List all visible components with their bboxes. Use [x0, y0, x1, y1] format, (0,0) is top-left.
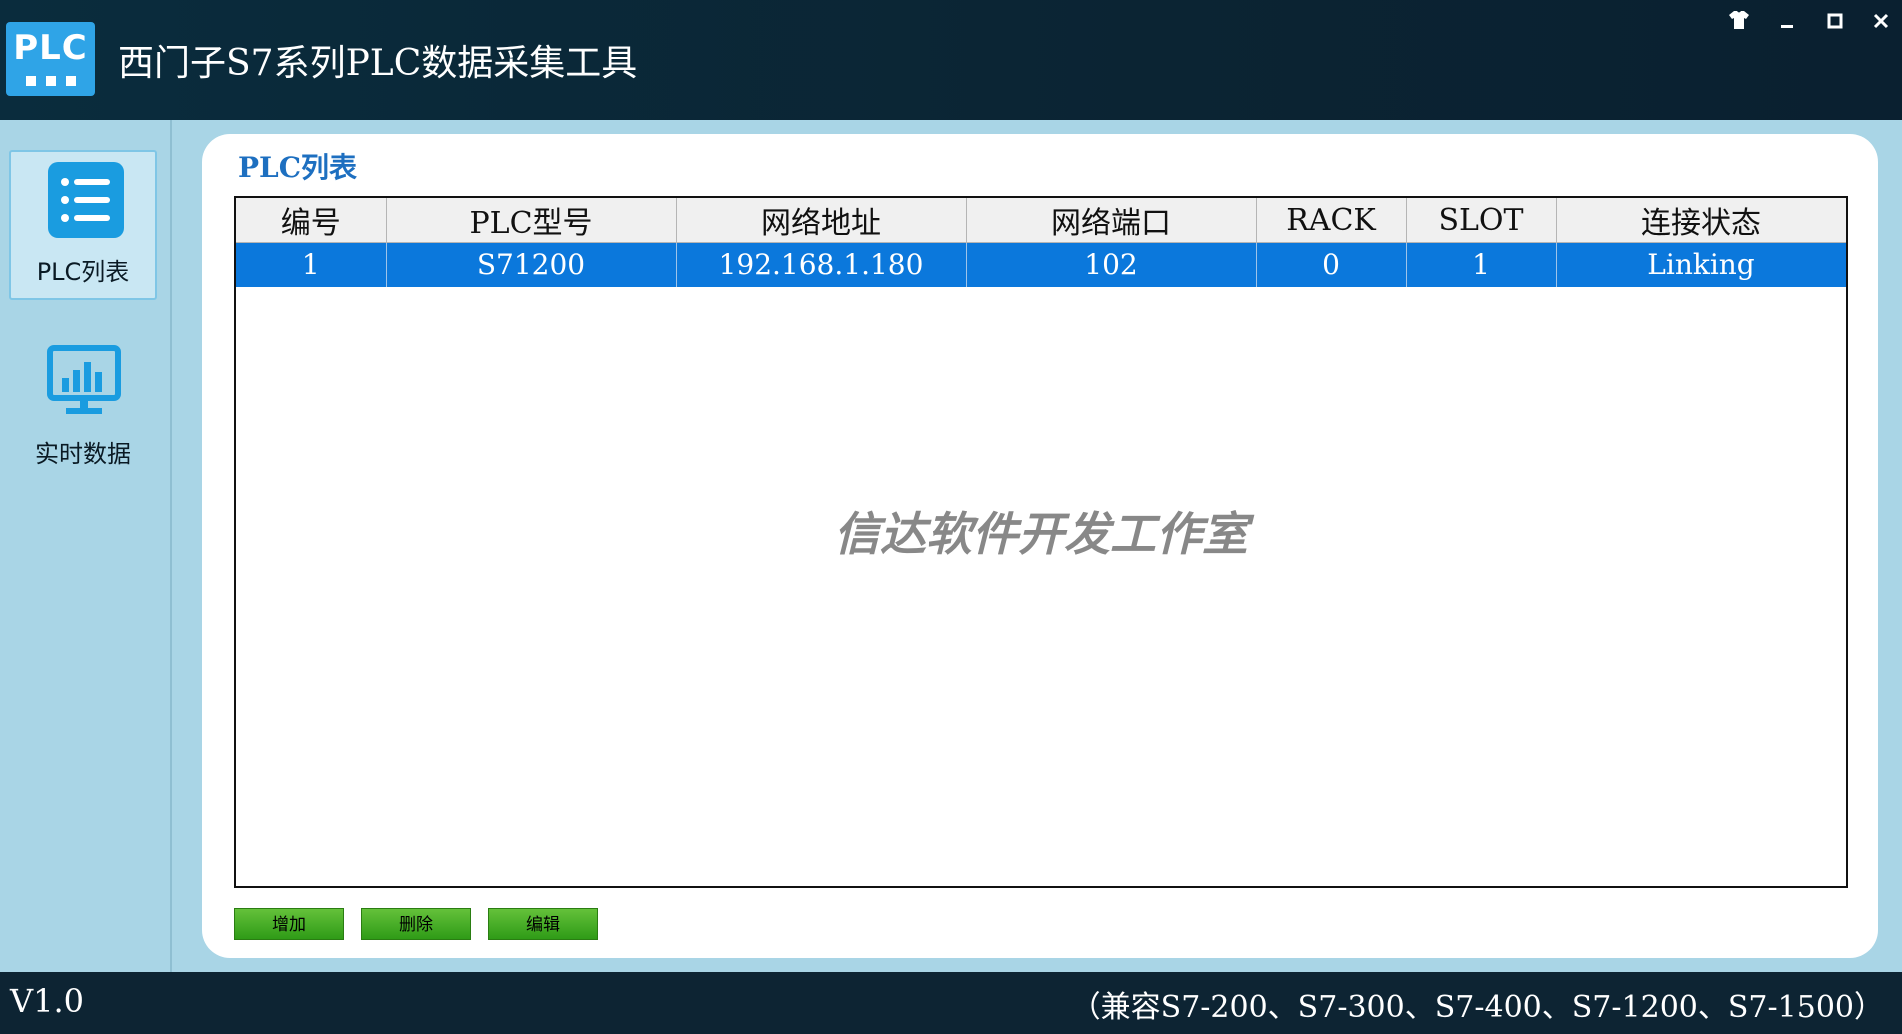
table-cell: 1: [1406, 242, 1557, 287]
table-header-row: 编号 PLC型号 网络地址 网络端口 RACK SLOT 连接状态: [236, 198, 1846, 243]
sidebar-item-label: 实时数据: [35, 440, 131, 468]
column-header[interactable]: RACK: [1256, 198, 1407, 243]
table-cell: 0: [1256, 242, 1407, 287]
table-row[interactable]: 1 S71200 192.168.1.180 102 0 1 Linking: [236, 242, 1846, 287]
column-header[interactable]: PLC型号: [386, 198, 677, 243]
sidebar-item-label: PLC列表: [36, 258, 130, 286]
version-label: V1.0: [10, 982, 84, 1020]
compatibility-note: （兼容S7-200、S7-300、S7-400、S7-1200、S7-1500）: [1070, 990, 1884, 1025]
list-icon: [48, 162, 124, 238]
table-cell: 1: [236, 242, 387, 287]
column-header[interactable]: 网络地址: [676, 198, 967, 243]
minimize-icon[interactable]: [1772, 6, 1802, 36]
table-cell: 192.168.1.180: [676, 242, 967, 287]
sidebar-item-plc-list[interactable]: PLC列表: [9, 150, 157, 300]
status-bar: V1.0 （兼容S7-200、S7-300、S7-400、S7-1200、S7-…: [0, 972, 1902, 1034]
close-icon[interactable]: [1866, 6, 1896, 36]
column-header[interactable]: 连接状态: [1556, 198, 1846, 243]
column-header[interactable]: SLOT: [1406, 198, 1557, 243]
app-title: 西门子S7系列PLC数据采集工具: [118, 43, 638, 84]
column-header[interactable]: 网络端口: [966, 198, 1257, 243]
logo-dots: [26, 76, 76, 86]
sidebar: PLC列表 实时数据: [0, 120, 172, 972]
watermark: 信达软件开发工作室: [834, 507, 1248, 561]
table-cell: Linking: [1556, 242, 1846, 287]
plc-logo-icon: PLC: [6, 22, 95, 96]
edit-button[interactable]: 编辑: [488, 908, 598, 940]
sidebar-item-realtime-data[interactable]: 实时数据: [9, 334, 157, 484]
column-header[interactable]: 编号: [236, 198, 387, 243]
plc-table: 编号 PLC型号 网络地址 网络端口 RACK SLOT 连接状态 1 S712…: [234, 196, 1848, 888]
logo-text: PLC: [13, 28, 88, 68]
chart-monitor-icon: [46, 344, 122, 420]
title-bar: PLC 西门子S7系列PLC数据采集工具: [0, 0, 1902, 120]
add-button[interactable]: 增加: [234, 908, 344, 940]
table-cell: 102: [966, 242, 1257, 287]
delete-button[interactable]: 删除: [361, 908, 471, 940]
maximize-icon[interactable]: [1820, 6, 1850, 36]
table-cell: S71200: [386, 242, 677, 287]
plc-list-panel: PLC列表 编号 PLC型号 网络地址 网络端口 RACK SLOT 连接状态: [202, 134, 1878, 958]
shirt-icon[interactable]: [1724, 6, 1754, 36]
panel-title: PLC列表: [238, 151, 358, 184]
